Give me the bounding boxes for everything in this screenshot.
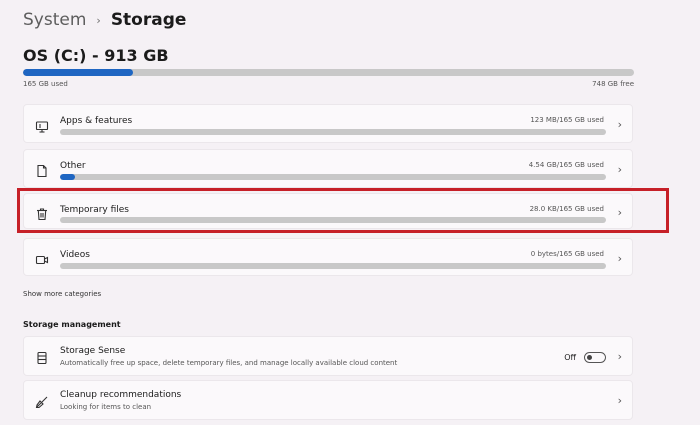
category-usage-bar [60, 174, 606, 180]
cleanup-description: Looking for items to clean [60, 403, 152, 411]
page-title: Storage [110, 10, 187, 30]
category-apps-features[interactable]: Apps & features 123 MB/165 GB used › [23, 104, 633, 143]
breadcrumb: System › Storage [23, 10, 186, 30]
category-label: Videos [60, 250, 90, 260]
category-usage-bar [60, 129, 606, 135]
apps-monitor-icon [35, 119, 49, 133]
storage-sense-toggle[interactable] [584, 352, 606, 363]
cleanup-label: Cleanup recommendations [60, 390, 182, 400]
storage-management-heading: Storage management [23, 320, 121, 329]
chevron-right-icon: › [617, 163, 622, 176]
broom-icon [35, 394, 49, 409]
chevron-right-icon: › [617, 394, 622, 407]
drive-used-label: 165 GB used [23, 80, 68, 88]
cleanup-recommendations-row[interactable]: Cleanup recommendations Looking for item… [23, 380, 633, 420]
category-other[interactable]: Other 4.54 GB/165 GB used › [23, 149, 633, 188]
document-icon [35, 163, 49, 178]
drive-usage-bar [23, 69, 634, 76]
video-camera-icon [35, 252, 49, 266]
storage-sense-description: Automatically free up space, delete temp… [60, 359, 398, 367]
category-usage: 4.54 GB/165 GB used [528, 161, 604, 169]
breadcrumb-separator: › [96, 13, 101, 27]
category-usage-bar [60, 263, 606, 269]
breadcrumb-system[interactable]: System [23, 10, 86, 30]
chevron-right-icon: › [617, 118, 622, 131]
category-usage-fill [60, 174, 76, 180]
storage-sense-toggle-group: Off [564, 352, 606, 363]
show-more-categories-link[interactable]: Show more categories [23, 290, 101, 298]
storage-sense-label: Storage Sense [60, 346, 126, 356]
highlight-box [17, 188, 669, 233]
category-usage: 0 bytes/165 GB used [530, 250, 604, 258]
category-usage: 123 MB/165 GB used [530, 116, 604, 124]
toggle-knob [587, 355, 592, 360]
chevron-right-icon: › [617, 350, 622, 363]
category-label: Other [60, 161, 86, 171]
drive-free-label: 748 GB free [592, 80, 634, 88]
drive-usage-fill [23, 69, 133, 76]
category-label: Apps & features [60, 116, 133, 126]
drive-title: OS (C:) - 913 GB [23, 46, 169, 65]
storage-sense-row[interactable]: Storage Sense Automatically free up spac… [23, 336, 633, 376]
category-videos[interactable]: Videos 0 bytes/165 GB used › [23, 238, 633, 276]
toggle-state-label: Off [564, 353, 576, 362]
storage-sense-icon [35, 350, 49, 365]
chevron-right-icon: › [617, 252, 622, 265]
